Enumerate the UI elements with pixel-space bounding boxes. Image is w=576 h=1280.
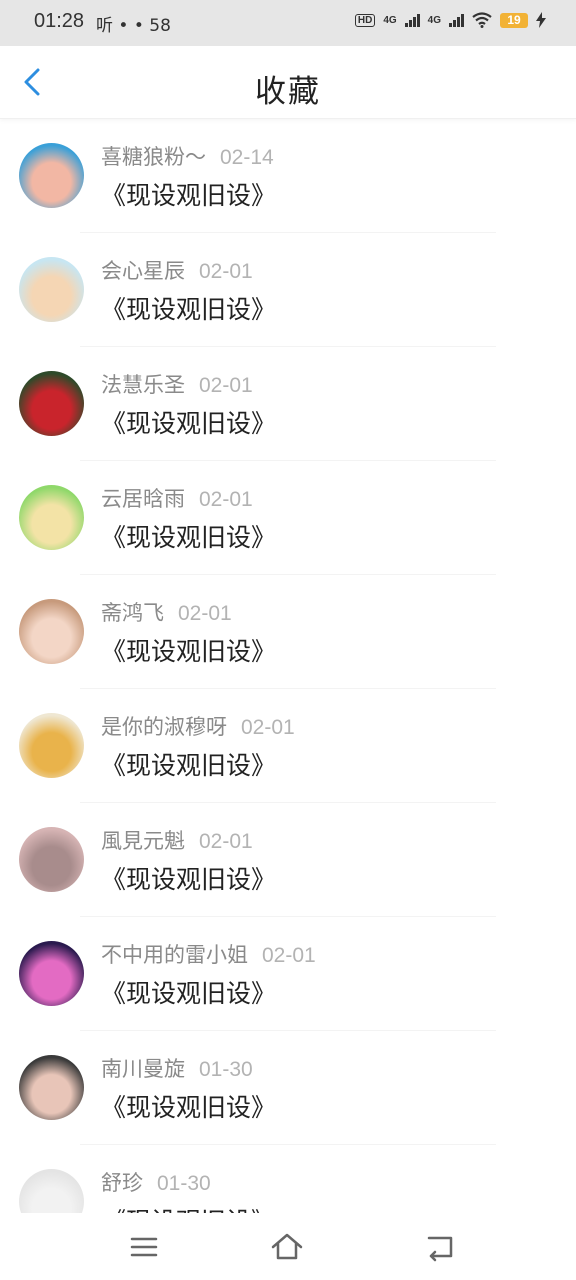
charging-icon xyxy=(536,12,546,28)
status-bar: 01:28 听 • • 58 HD 4G 4G 19 xyxy=(0,0,576,46)
avatar[interactable] xyxy=(19,257,84,322)
item-meta: 会心星辰 02-01 xyxy=(101,255,253,285)
item-date: 01-30 xyxy=(157,1172,211,1195)
signal-icon xyxy=(404,13,420,27)
header: 收藏 xyxy=(0,46,576,119)
menu-icon[interactable] xyxy=(127,1230,161,1264)
item-meta: 是你的淑穆呀 02-01 xyxy=(101,711,295,741)
item-title[interactable]: 《现设观旧设》 xyxy=(101,1202,276,1213)
item-title[interactable]: 《现设观旧设》 xyxy=(101,290,276,326)
page-title: 收藏 xyxy=(255,74,321,110)
item-title[interactable]: 《现设观旧设》 xyxy=(101,746,276,782)
item-date: 02-01 xyxy=(262,944,316,967)
favorites-list: 喜糖狼粉～ 02-14 《现设观旧设》 会心星辰 02-01 《现设观旧设》 法慧乐… xyxy=(0,119,576,1213)
avatar[interactable] xyxy=(19,599,84,664)
list-item[interactable]: 斋鸿飞 02-01 《现设观旧设》 xyxy=(0,575,576,689)
item-meta: 斋鸿飞 02-01 xyxy=(101,597,232,627)
user-name: 法慧乐圣 xyxy=(101,373,185,397)
status-time: 01:28 xyxy=(34,10,85,32)
item-meta: 法慧乐圣 02-01 xyxy=(101,369,253,399)
list-item[interactable]: 云居晗雨 02-01 《现设观旧设》 xyxy=(0,461,576,575)
list-item[interactable]: 舒珍 01-30 《现设观旧设》 xyxy=(0,1145,576,1213)
system-nav-bar xyxy=(0,1213,576,1280)
list-item[interactable]: 会心星辰 02-01 《现设观旧设》 xyxy=(0,233,576,347)
item-title[interactable]: 《现设观旧设》 xyxy=(101,860,276,896)
item-date: 02-01 xyxy=(199,830,253,853)
item-title[interactable]: 《现设观旧设》 xyxy=(101,518,276,554)
item-meta: 不中用的雷小姐 02-01 xyxy=(101,939,316,969)
user-name: 舒珍 xyxy=(101,1171,143,1195)
item-date: 02-01 xyxy=(241,716,295,739)
status-right: HD 4G 4G 19 xyxy=(354,12,546,28)
list-item[interactable]: 南川曼旋 01-30 《现设观旧设》 xyxy=(0,1031,576,1145)
item-date: 02-01 xyxy=(199,374,253,397)
home-icon[interactable] xyxy=(270,1230,304,1264)
wifi-icon xyxy=(472,12,492,28)
item-title[interactable]: 《现设观旧设》 xyxy=(101,632,276,668)
status-indicators: 听 • • 58 xyxy=(96,16,171,36)
user-name: 云居晗雨 xyxy=(101,487,185,511)
list-item[interactable]: 喜糖狼粉～ 02-14 《现设观旧设》 xyxy=(0,119,576,233)
avatar[interactable] xyxy=(19,143,84,208)
item-title[interactable]: 《现设观旧设》 xyxy=(101,176,276,212)
network-4g-label-2: 4G xyxy=(427,14,441,26)
avatar[interactable] xyxy=(19,941,84,1006)
user-name: 南川曼旋 xyxy=(101,1057,185,1081)
item-meta: 南川曼旋 01-30 xyxy=(101,1053,253,1083)
item-meta: 舒珍 01-30 xyxy=(101,1167,211,1197)
list-item[interactable]: 風見元魁 02-01 《现设观旧设》 xyxy=(0,803,576,917)
user-name: 斋鸿飞 xyxy=(101,601,164,625)
user-name: 風見元魁 xyxy=(101,829,185,853)
avatar[interactable] xyxy=(19,371,84,436)
item-date: 01-30 xyxy=(199,1058,253,1081)
item-title[interactable]: 《现设观旧设》 xyxy=(101,404,276,440)
user-name: 会心星辰 xyxy=(101,259,185,283)
item-date: 02-01 xyxy=(199,488,253,511)
item-meta: 云居晗雨 02-01 xyxy=(101,483,253,513)
battery-icon: 19 xyxy=(500,12,528,28)
list-item[interactable]: 不中用的雷小姐 02-01 《现设观旧设》 xyxy=(0,917,576,1031)
avatar[interactable] xyxy=(19,485,84,550)
user-name: 喜糖狼粉～ xyxy=(101,145,206,169)
network-4g-label: 4G xyxy=(383,14,397,26)
hd-badge: HD xyxy=(354,13,376,27)
list-item[interactable]: 法慧乐圣 02-01 《现设观旧设》 xyxy=(0,347,576,461)
user-name: 不中用的雷小姐 xyxy=(101,943,248,967)
item-meta: 風見元魁 02-01 xyxy=(101,825,253,855)
avatar[interactable] xyxy=(19,1169,84,1213)
item-date: 02-01 xyxy=(178,602,232,625)
signal-icon-2 xyxy=(449,13,464,27)
user-name: 是你的淑穆呀 xyxy=(101,715,227,739)
back-icon[interactable] xyxy=(423,1230,457,1264)
list-item[interactable]: 是你的淑穆呀 02-01 《现设观旧设》 xyxy=(0,689,576,803)
avatar[interactable] xyxy=(19,1055,84,1120)
avatar[interactable] xyxy=(19,827,84,892)
avatar[interactable] xyxy=(19,713,84,778)
item-title[interactable]: 《现设观旧设》 xyxy=(101,974,276,1010)
item-date: 02-01 xyxy=(199,260,253,283)
item-title[interactable]: 《现设观旧设》 xyxy=(101,1088,276,1124)
item-date: 02-14 xyxy=(220,146,274,169)
item-meta: 喜糖狼粉～ 02-14 xyxy=(101,141,274,171)
